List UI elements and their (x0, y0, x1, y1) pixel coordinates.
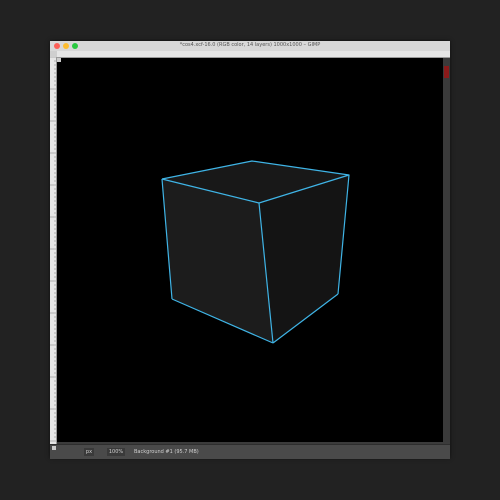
zoom-select[interactable]: 100% (107, 448, 125, 456)
pointer-icon[interactable] (52, 446, 56, 450)
scrollbar-thumb[interactable] (444, 66, 449, 78)
unit-select[interactable]: px (84, 448, 94, 456)
image-canvas[interactable] (57, 58, 443, 442)
gimp-window: *cos4.xcf-16.0 (RGB color, 14 layers) 10… (50, 41, 450, 459)
canvas-corner-handle[interactable] (57, 58, 61, 62)
vertical-ruler[interactable] (50, 56, 57, 444)
layer-info: Background #1 (95.7 MB) (134, 449, 199, 455)
status-bar: px 100% Background #1 (95.7 MB) (50, 444, 450, 459)
canvas-image (57, 58, 443, 442)
horizontal-ruler[interactable] (56, 51, 450, 66)
vertical-ruler-ticks (50, 56, 56, 442)
vertical-scrollbar[interactable] (443, 58, 450, 442)
window-title: *cos4.xcf-16.0 (RGB color, 14 layers) 10… (179, 42, 321, 48)
